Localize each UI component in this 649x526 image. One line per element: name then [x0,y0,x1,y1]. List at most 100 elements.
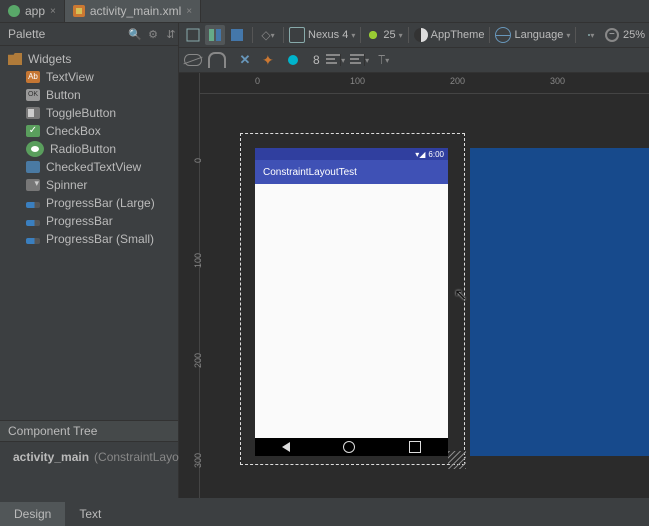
checkedtextview-icon [26,161,40,173]
show-warnings-icon[interactable] [283,50,303,70]
canvas: 0 100 200 300 0 100 200 300 [179,73,649,498]
palette-item-label: CheckedTextView [46,160,141,174]
globe-icon [495,27,511,43]
nav-recent-icon [409,441,421,453]
palette-item-progressbar-large[interactable]: ProgressBar (Large) [0,194,178,212]
palette-header: Palette 🔍 ⚙ ⇵ [0,23,178,46]
progressbar-icon [26,220,40,226]
design-subtoolbar: ✕ ✦ 8 ▾ ▾ ⟙▾ [179,48,649,73]
design-view-icon[interactable] [183,25,203,45]
search-icon[interactable]: 🔍 [128,27,142,41]
autoconnect-icon[interactable] [207,50,227,70]
progressbar-icon [26,202,40,208]
blueprint-preview[interactable] [470,148,649,456]
palette-item-togglebutton[interactable]: ToggleButton [0,104,178,122]
close-icon[interactable]: × [50,6,56,17]
phone-icon [289,27,305,43]
default-margin-value[interactable]: 8 [313,53,320,67]
design-toolbar: ◇▾ Nexus 4▾ 25▾ AppTheme [179,23,649,48]
palette-item-progressbar-small[interactable]: ProgressBar (Small) [0,230,178,248]
ruler-label: 0 [255,76,260,86]
variant-icon[interactable]: ▾ [581,25,601,45]
palette-group-label: Widgets [28,52,71,66]
component-tree-root[interactable]: activity_main (ConstraintLayout) [8,450,170,464]
split-view-icon[interactable] [205,25,225,45]
close-icon[interactable]: × [186,6,192,17]
language-picker[interactable]: Language▾ [495,27,570,43]
palette-item-label: Spinner [46,178,87,192]
tab-label: app [25,4,45,18]
tab-app[interactable]: app × [0,0,65,22]
api-picker[interactable]: 25▾ [366,28,402,42]
design-surface[interactable]: 0 100 200 300 ▾◢6:00 ConstraintLayoutTes… [200,73,649,498]
palette-item-progressbar[interactable]: ProgressBar [0,212,178,230]
nav-home-icon [343,441,355,453]
tab-design[interactable]: Design [0,502,65,526]
palette-item-label: CheckBox [46,124,101,138]
palette-item-textview[interactable]: TextView [0,68,178,86]
component-name: activity_main [13,450,89,464]
api-level: 25 [383,29,395,41]
phone-preview[interactable]: ▾◢6:00 ConstraintLayoutTest [255,148,448,456]
ruler-label: 200 [450,76,465,86]
ruler-label: 100 [350,76,365,86]
status-time: 6:00 [428,150,444,159]
palette-item-checkbox[interactable]: CheckBox [0,122,178,140]
button-icon [26,89,40,101]
nav-back-icon [282,442,290,452]
options-icon[interactable]: ⇵ [164,27,178,41]
tab-text[interactable]: Text [65,502,115,526]
toggle-icon [26,107,40,119]
file-tab-bar: app × activity_main.xml × [0,0,649,23]
theme-icon [414,28,428,42]
palette-item-label: ToggleButton [46,106,116,120]
clear-constraints-icon[interactable]: ✕ [235,50,255,70]
palette-item-spinner[interactable]: Spinner [0,176,178,194]
zoom-control[interactable]: − 25% [605,28,645,42]
progressbar-icon [26,238,40,244]
palette-title: Palette [8,27,45,41]
tab-activity-main[interactable]: activity_main.xml × [65,0,201,22]
zoom-out-icon[interactable]: − [605,28,619,42]
zoom-value: 25% [623,29,645,41]
ruler-horizontal: 0 100 200 300 [200,73,649,94]
tab-label: Text [79,507,101,521]
layout-editor: ◇▾ Nexus 4▾ 25▾ AppTheme [179,23,649,498]
align-icon[interactable]: ▾ [350,50,370,70]
palette-item-label: RadioButton [50,142,116,156]
component-type: (ConstraintLayout) [94,450,193,464]
device-picker[interactable]: Nexus 4▾ [289,27,355,43]
component-tree: activity_main (ConstraintLayout) [0,442,178,498]
spinner-icon [26,179,40,191]
gear-icon[interactable]: ⚙ [146,27,160,41]
phone-content[interactable] [255,184,448,438]
left-panel: Palette 🔍 ⚙ ⇵ Widgets TextView Button To… [0,23,179,498]
palette-item-button[interactable]: Button [0,86,178,104]
phone-status-bar: ▾◢6:00 [255,148,448,160]
theme-name: AppTheme [431,29,485,41]
orientation-icon[interactable]: ◇▾ [258,25,278,45]
textview-icon [26,71,40,83]
phone-navbar [255,438,448,456]
blueprint-view-icon[interactable] [227,25,247,45]
language-label: Language [514,29,563,41]
ruler-label: 300 [550,76,565,86]
app-title: ConstraintLayoutTest [263,167,357,178]
guidelines-icon[interactable]: ⟙▾ [374,50,394,70]
palette-item-label: Button [46,88,81,102]
component-tree-header: Component Tree [0,420,178,442]
theme-picker[interactable]: AppTheme [414,28,485,42]
hide-constraints-icon[interactable] [183,50,203,70]
resize-grip[interactable] [448,451,466,469]
palette-item-radiobutton[interactable]: RadioButton [0,140,178,158]
signal-icon: ▾◢ [415,150,425,159]
palette-item-checkedtextview[interactable]: CheckedTextView [0,158,178,176]
palette-group-widgets[interactable]: Widgets [0,50,178,68]
tab-label: Design [14,507,51,521]
editor-mode-tabs: Design Text [0,498,649,526]
palette-item-label: ProgressBar (Small) [46,232,154,246]
device-name: Nexus 4 [308,29,348,41]
folder-icon [8,53,22,65]
margins-icon[interactable]: ▾ [326,50,346,70]
infer-constraints-icon[interactable]: ✦ [259,50,279,70]
